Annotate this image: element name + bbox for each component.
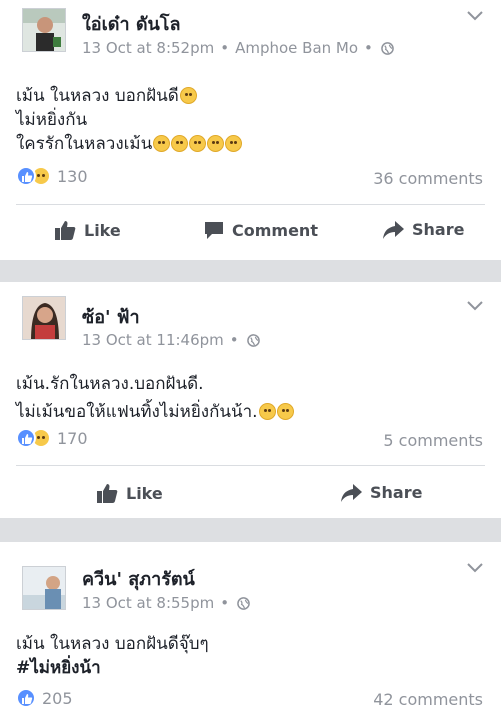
reactions-summary[interactable]: 170 <box>16 428 88 448</box>
post-meta: 13 Oct at 8:55pm • <box>82 594 250 612</box>
reaction-count: 205 <box>42 688 73 708</box>
post-card: ใอ่เด๋า ดันโล 13 Oct at 8:52pm • Amphoe … <box>0 0 501 260</box>
meta-separator: • <box>229 331 239 349</box>
share-button[interactable]: Share <box>382 220 464 239</box>
post-text-line: ใครรักในหลวงเม้น <box>16 132 485 156</box>
reaction-count: 130 <box>57 166 88 186</box>
post-text-line: เม้น.รักในหลวง.บอกฝันดี. <box>16 374 204 394</box>
avatar[interactable] <box>22 8 66 52</box>
emoji-icon <box>258 403 276 420</box>
author-name[interactable]: ซ้อ' ฟ้า <box>82 302 140 331</box>
post-text-line: ไม่หยิ่งกัน <box>16 110 88 130</box>
author-name[interactable]: ควีน' สุภารัตน์ <box>82 564 195 593</box>
timestamp[interactable]: 13 Oct at 11:46pm <box>82 331 224 349</box>
post-meta: 13 Oct at 11:46pm • <box>82 331 260 349</box>
timestamp[interactable]: 13 Oct at 8:52pm <box>82 39 214 57</box>
emoji-icon <box>225 135 243 152</box>
post-text: เม้น ในหลวง บอกฝันดี ไม่หยิ่งกัน ใครรักใ… <box>16 84 485 156</box>
comments-count[interactable]: 36 comments <box>373 169 483 188</box>
like-button[interactable]: Like <box>96 483 163 503</box>
share-icon <box>383 220 404 239</box>
emoji-icon <box>276 403 294 420</box>
globe-icon <box>237 596 250 610</box>
globe-icon <box>246 333 260 347</box>
avatar[interactable] <box>22 566 66 610</box>
divider <box>16 204 485 205</box>
emoji-icon <box>179 87 197 104</box>
like-reaction-icon <box>16 166 36 186</box>
chevron-down-icon[interactable] <box>467 300 483 312</box>
post-text-line: ไม่เม้นขอให้แฟนทิ้งไม่หยิ่งกันน้า. <box>16 400 485 424</box>
post-card: ควีน' สุภารัตน์ 13 Oct at 8:55pm • เม้น … <box>0 542 501 720</box>
emoji-icon <box>207 135 225 152</box>
author-name[interactable]: ใอ่เด๋า ดันโล <box>82 9 181 38</box>
thumbs-up-icon <box>55 221 76 240</box>
thumbs-up-icon <box>97 484 118 503</box>
chevron-down-icon[interactable] <box>467 10 483 22</box>
location[interactable]: Amphoe Ban Mo <box>235 39 358 57</box>
emoji-icon <box>171 135 189 152</box>
post-text: เม้น ในหลวง บอกฝันดีจุ๊บๆ #ไม่หยิ่งน้า <box>16 632 485 680</box>
post-meta: 13 Oct at 8:52pm • Amphoe Ban Mo • <box>82 39 394 57</box>
avatar[interactable] <box>22 296 66 340</box>
divider <box>16 465 485 466</box>
comment-icon <box>205 222 223 239</box>
reactions-summary[interactable]: 205 <box>16 688 73 708</box>
post-text-line: เม้น ในหลวง บอกฝันดี <box>16 84 485 108</box>
post-card: ซ้อ' ฟ้า 13 Oct at 11:46pm • เม้น.รักในห… <box>0 282 501 518</box>
reactions-summary[interactable]: 130 <box>16 166 88 186</box>
emoji-icon <box>189 135 207 152</box>
like-button[interactable]: Like <box>54 220 121 240</box>
like-reaction-icon <box>16 428 36 448</box>
timestamp[interactable]: 13 Oct at 8:55pm <box>82 594 214 612</box>
meta-separator: • <box>364 39 373 57</box>
reaction-count: 170 <box>57 428 88 448</box>
comments-count[interactable]: 5 comments <box>383 431 483 450</box>
comments-count[interactable]: 42 comments <box>373 690 483 709</box>
meta-separator: • <box>220 39 230 57</box>
share-button[interactable]: Share <box>340 483 422 502</box>
post-text-line: เม้น ในหลวง บอกฝันดีจุ๊บๆ <box>16 634 209 654</box>
like-reaction-icon <box>16 688 36 708</box>
chevron-down-icon[interactable] <box>467 562 483 574</box>
post-text: เม้น.รักในหลวง.บอกฝันดี. ไม่เม้นขอให้แฟน… <box>16 372 485 424</box>
comment-button[interactable]: Comment <box>204 220 318 240</box>
meta-separator: • <box>220 594 230 612</box>
share-icon <box>341 483 362 502</box>
post-text-line: #ไม่หยิ่งน้า <box>16 658 101 678</box>
globe-icon <box>381 41 394 55</box>
emoji-icon <box>153 135 171 152</box>
